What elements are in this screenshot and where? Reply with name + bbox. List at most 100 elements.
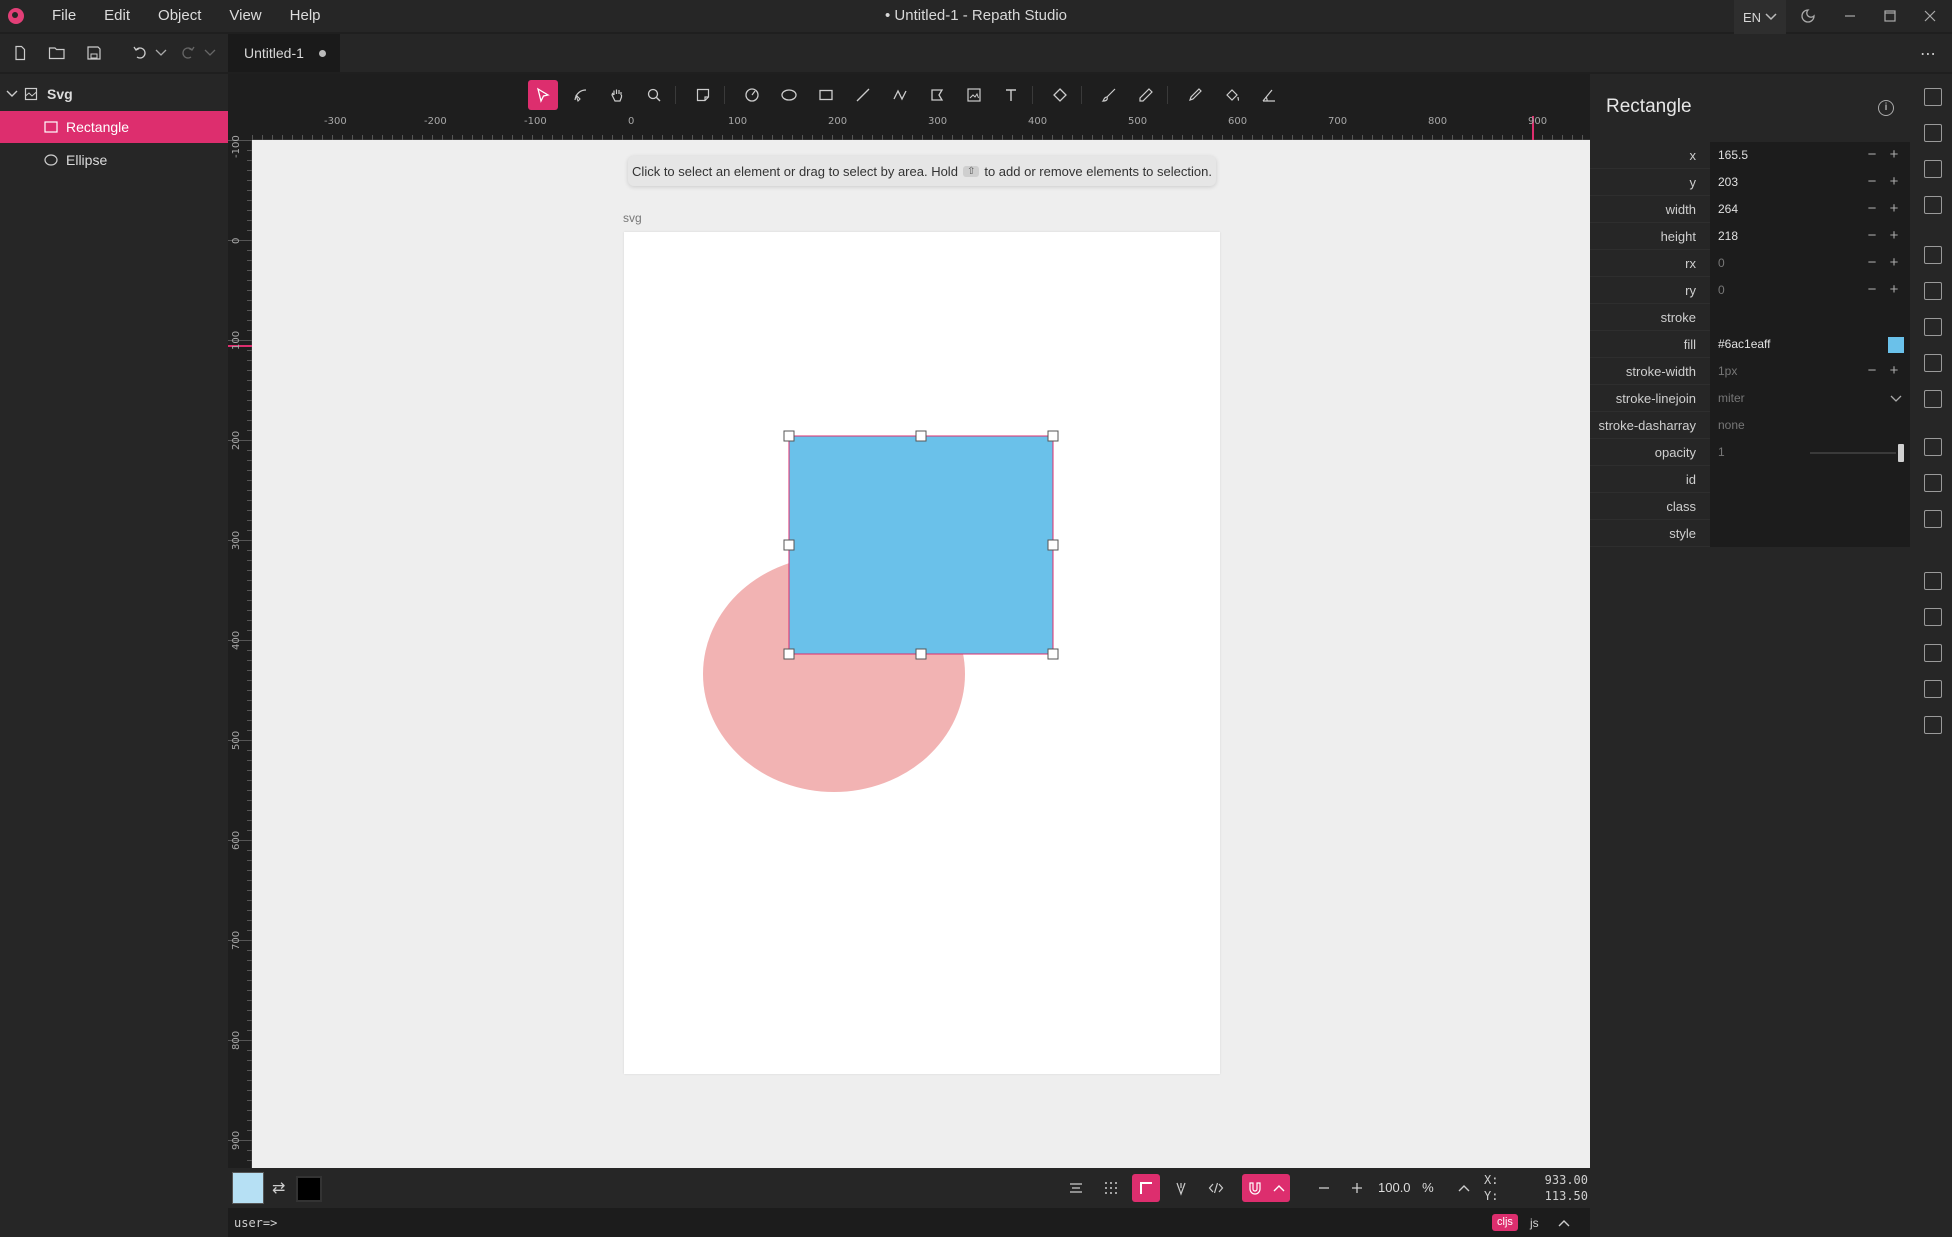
layer-ellipse[interactable]: Ellipse — [0, 144, 228, 176]
canvas-area[interactable]: Click to select an element or drag to se… — [252, 140, 1590, 1168]
redo-history-chevron-icon[interactable] — [200, 43, 220, 63]
menu-help[interactable]: Help — [276, 0, 335, 32]
more-options-icon[interactable]: ⋯ — [1920, 44, 1936, 64]
ruler-left[interactable]: -100 0 100 200 300 400 500 600 700 800 9… — [228, 135, 252, 1168]
fill-color-picker-swatch[interactable] — [1888, 337, 1904, 353]
increment-rx-button[interactable]: + — [1887, 255, 1901, 270]
property-input-ry[interactable]: 0 — [1710, 277, 1910, 304]
group-icon[interactable] — [1924, 88, 1942, 106]
brush-tool-icon[interactable] — [1094, 80, 1124, 110]
property-input-x[interactable]: 165.5 — [1710, 142, 1910, 169]
resize-handle-top[interactable] — [915, 430, 927, 442]
code-view-icon[interactable] — [1202, 1174, 1230, 1202]
resize-handle-right[interactable] — [1047, 539, 1059, 551]
property-input-y[interactable]: 203 — [1710, 169, 1910, 196]
rectangle-shape[interactable] — [788, 435, 1054, 655]
fill-bucket-tool-icon[interactable] — [1217, 80, 1247, 110]
increment-y-button[interactable]: + — [1887, 174, 1901, 189]
property-input-stroke-width[interactable]: 1px — [1710, 358, 1910, 385]
opacity-slider-track[interactable] — [1810, 452, 1896, 454]
bring-forward-icon[interactable] — [1924, 160, 1942, 178]
rectangle-tool-icon[interactable] — [811, 80, 841, 110]
resize-handle-bottom-right[interactable] — [1047, 648, 1059, 660]
increment-ry-button[interactable]: + — [1887, 282, 1901, 297]
property-input-stroke[interactable] — [1710, 304, 1910, 331]
grid-icon[interactable] — [1097, 1174, 1125, 1202]
property-input-height[interactable]: 218 — [1710, 223, 1910, 250]
layer-svg-root[interactable]: Svg — [0, 78, 228, 110]
repl-lang-js[interactable]: js — [1530, 1216, 1539, 1230]
layer-rectangle[interactable]: Rectangle — [0, 111, 228, 143]
zoom-in-icon[interactable] — [1343, 1174, 1371, 1202]
resize-handle-left[interactable] — [783, 539, 795, 551]
zoom-presets-chevron-up-icon[interactable] — [1450, 1174, 1478, 1202]
align-left-icon[interactable] — [1924, 318, 1942, 336]
polygon-tool-icon[interactable] — [922, 80, 952, 110]
image-tool-icon[interactable] — [959, 80, 989, 110]
ellipse-tool-icon[interactable] — [774, 80, 804, 110]
resize-handle-top-right[interactable] — [1047, 430, 1059, 442]
repl-expand-chevron-up-icon[interactable] — [1558, 1214, 1570, 1230]
align-right-icon[interactable] — [1924, 390, 1942, 408]
menu-file[interactable]: File — [38, 0, 90, 32]
align-bottom-icon[interactable] — [1924, 438, 1942, 456]
chevron-down-icon[interactable] — [1890, 395, 1902, 403]
undo-history-chevron-icon[interactable] — [151, 43, 171, 63]
property-input-fill[interactable]: #6ac1eaff — [1710, 331, 1910, 358]
property-input-rx[interactable]: 0 — [1710, 250, 1910, 277]
line-tool-icon[interactable] — [848, 80, 878, 110]
resize-handle-bottom[interactable] — [915, 648, 927, 660]
distribute-vertical-icon[interactable] — [1924, 510, 1942, 528]
select-tool-icon[interactable] — [528, 80, 558, 110]
decrement-width-button[interactable]: − — [1865, 201, 1879, 216]
timeline-icon[interactable] — [1062, 1174, 1090, 1202]
rulers-toggle-icon[interactable] — [1132, 1174, 1160, 1202]
redo-icon[interactable] — [178, 43, 198, 63]
increment-width-button[interactable]: + — [1887, 201, 1901, 216]
decrement-x-button[interactable]: − — [1865, 147, 1879, 162]
decrement-y-button[interactable]: − — [1865, 174, 1879, 189]
property-input-stroke-dasharray[interactable]: none — [1710, 412, 1910, 439]
undo-icon[interactable] — [130, 43, 150, 63]
ungroup-icon[interactable] — [1924, 124, 1942, 142]
decrement-ry-button[interactable]: − — [1865, 282, 1879, 297]
align-top-icon[interactable] — [1924, 246, 1942, 264]
note-tool-icon[interactable] — [688, 80, 718, 110]
increment-height-button[interactable]: + — [1887, 228, 1901, 243]
open-folder-icon[interactable] — [47, 43, 67, 63]
measure-tool-icon[interactable] — [1254, 80, 1284, 110]
circle-tool-icon[interactable] — [737, 80, 767, 110]
zoom-out-icon[interactable] — [1310, 1174, 1338, 1202]
align-center-icon[interactable] — [1924, 354, 1942, 372]
close-icon[interactable] — [1910, 0, 1950, 32]
stroke-color-swatch[interactable] — [296, 1176, 322, 1202]
property-input-style[interactable] — [1710, 520, 1910, 547]
fill-color-swatch[interactable] — [232, 1172, 264, 1204]
language-selector[interactable]: EN — [1734, 0, 1786, 34]
menu-object[interactable]: Object — [144, 0, 215, 32]
decrement-height-button[interactable]: − — [1865, 228, 1879, 243]
increment-x-button[interactable]: + — [1887, 147, 1901, 162]
boolean-intersect-icon[interactable] — [1924, 608, 1942, 626]
zoom-tool-icon[interactable] — [639, 80, 669, 110]
theme-toggle-icon[interactable] — [1788, 0, 1828, 32]
pencil-tool-icon[interactable] — [1131, 80, 1161, 110]
snap-toggle[interactable] — [1242, 1174, 1290, 1202]
menu-edit[interactable]: Edit — [90, 0, 144, 32]
opacity-slider-thumb[interactable] — [1898, 444, 1904, 462]
boolean-exclude-icon[interactable] — [1924, 680, 1942, 698]
tab-untitled-1[interactable]: Untitled-1 — [228, 34, 340, 72]
blob-tool-icon[interactable] — [1045, 80, 1075, 110]
property-input-class[interactable] — [1710, 493, 1910, 520]
boolean-subtract-icon[interactable] — [1924, 644, 1942, 662]
polyline-tool-icon[interactable] — [885, 80, 915, 110]
edit-path-tool-icon[interactable] — [565, 80, 595, 110]
color-picker-tool-icon[interactable] — [1180, 80, 1210, 110]
send-backward-icon[interactable] — [1924, 196, 1942, 214]
distribute-icon[interactable] — [1924, 474, 1942, 492]
repl-bar[interactable]: user=> cljs js — [228, 1208, 1590, 1237]
info-icon[interactable]: i — [1878, 100, 1894, 116]
zoom-level-input[interactable]: 100.0 % — [1378, 1180, 1434, 1195]
boolean-unite-icon[interactable] — [1924, 572, 1942, 590]
debug-icon[interactable] — [1167, 1174, 1195, 1202]
